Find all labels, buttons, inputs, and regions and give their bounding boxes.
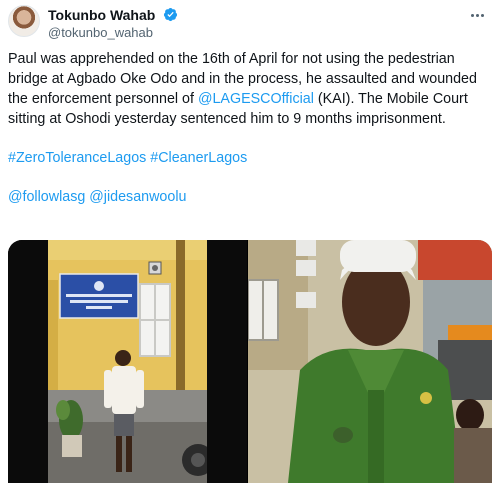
tweet-header: Tokunbo Wahab @tokunbo_wahab [8, 4, 492, 40]
media-photo-right[interactable] [248, 240, 492, 483]
photo-man-standing-by-wall [48, 240, 207, 483]
display-name[interactable]: Tokunbo Wahab [48, 7, 155, 23]
hashtag-zerotolerancelagos[interactable]: #ZeroToleranceLagos [8, 150, 146, 166]
avatar[interactable] [8, 5, 40, 37]
media-grid [8, 240, 492, 483]
more-options-icon[interactable] [466, 6, 488, 24]
mentions: @followlasg @jidesanwoolu [8, 187, 488, 207]
verified-badge-icon [163, 8, 177, 22]
handle[interactable]: @tokunbo_wahab [48, 25, 178, 41]
tweet-text: Paul was apprehended on the 16th of Apri… [8, 49, 488, 207]
photo-man-standing-by-wall-image [48, 240, 207, 483]
hashtag-cleanerlagos[interactable]: #CleanerLagos [150, 150, 247, 166]
mention-jidesanwoolu[interactable]: @jidesanwoolu [89, 189, 186, 205]
tweet-body: Paul was apprehended on the 16th of Apri… [8, 49, 488, 129]
media-photo-left[interactable] [8, 240, 247, 483]
mention-lagesco[interactable]: @LAGESCOfficial [198, 91, 314, 107]
photo-injured-officer [248, 240, 492, 483]
mention-followlasg[interactable]: @followlasg [8, 189, 85, 205]
hashtags: #ZeroToleranceLagos #CleanerLagos [8, 148, 488, 168]
author-names: Tokunbo Wahab @tokunbo_wahab [48, 6, 178, 41]
